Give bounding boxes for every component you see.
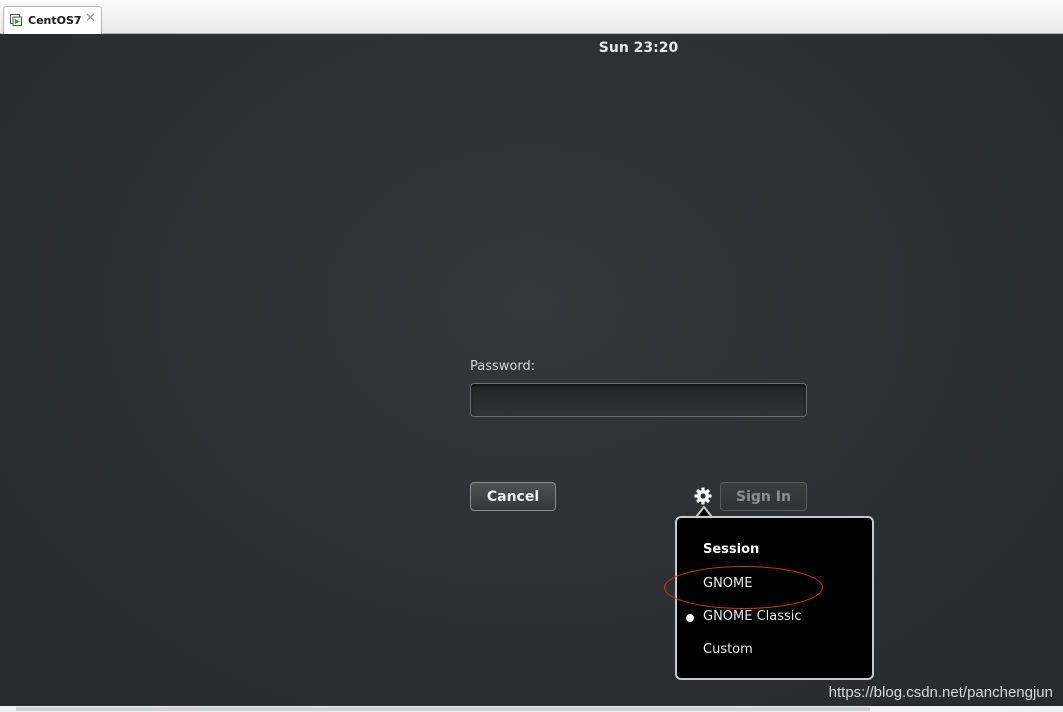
vm-icon <box>10 14 22 26</box>
close-icon[interactable]: ✕ <box>85 11 96 27</box>
session-item-custom[interactable]: Custom <box>677 635 872 665</box>
vm-tab-title: CentOS7 <box>28 14 82 27</box>
scrollbar-thumb[interactable] <box>16 707 870 711</box>
session-item-gnome-classic[interactable]: GNOME Classic <box>677 602 872 632</box>
session-item-gnome[interactable]: GNOME <box>677 569 872 599</box>
session-item-label: Custom <box>703 642 753 657</box>
sign-in-button[interactable]: Sign In <box>720 482 807 511</box>
password-label: Password: <box>470 359 536 374</box>
selected-dot-icon <box>686 614 694 622</box>
session-menu: Session GNOME GNOME Classic Custom <box>675 516 874 680</box>
session-item-label: GNOME <box>703 576 753 591</box>
vm-tab-bar: CentOS7 ✕ <box>0 0 1063 34</box>
horizontal-scrollbar[interactable] <box>0 706 1063 712</box>
login-screen: Sun 23:20 Password: Cancel Sign In Sessi… <box>0 34 1063 706</box>
watermark-text: https://blog.csdn.net/panchengjun <box>828 684 1053 701</box>
session-menu-header: Session <box>703 542 760 557</box>
password-input[interactable] <box>470 383 807 417</box>
cancel-button[interactable]: Cancel <box>470 482 556 511</box>
session-item-label: GNOME Classic <box>703 609 802 624</box>
top-bar-clock[interactable]: Sun 23:20 <box>0 40 1063 56</box>
gear-icon[interactable] <box>693 486 713 506</box>
vm-tab-centos7[interactable]: CentOS7 ✕ <box>3 6 102 34</box>
